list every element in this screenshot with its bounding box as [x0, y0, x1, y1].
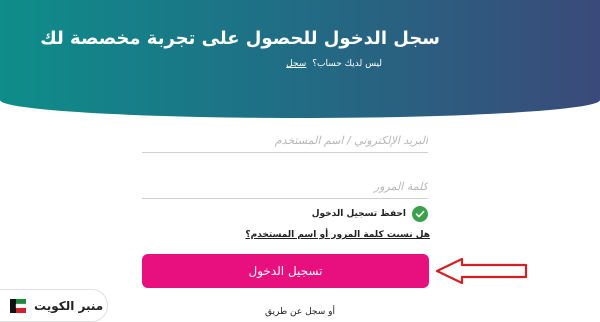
- page-title: سجل الدخول للحصول على تجربة مخصصة لك: [40, 28, 440, 49]
- forgot-password-link[interactable]: هل نسيت كلمة المرور أو اسم المستخدم؟: [245, 230, 430, 240]
- password-input[interactable]: [142, 174, 428, 199]
- watermark-text: منبر الكويت: [34, 298, 104, 313]
- check-icon: [412, 206, 428, 222]
- watermark-badge: منبر الكويت: [0, 289, 108, 322]
- login-button[interactable]: تسجيل الدخول: [142, 254, 429, 288]
- username-input[interactable]: [142, 128, 428, 153]
- arrow-left-icon: [435, 257, 528, 285]
- remember-me-label: احفظ تسجيل الدخول: [311, 209, 406, 219]
- signup-prompt: ليس لديك حساب؟ سجل: [286, 59, 382, 69]
- remember-me-checkbox[interactable]: احفظ تسجيل الدخول: [312, 206, 428, 222]
- signup-link[interactable]: سجل: [286, 59, 306, 69]
- kuwait-flag-logo-icon: [10, 298, 27, 313]
- signup-prompt-text: ليس لديك حساب؟: [312, 59, 382, 69]
